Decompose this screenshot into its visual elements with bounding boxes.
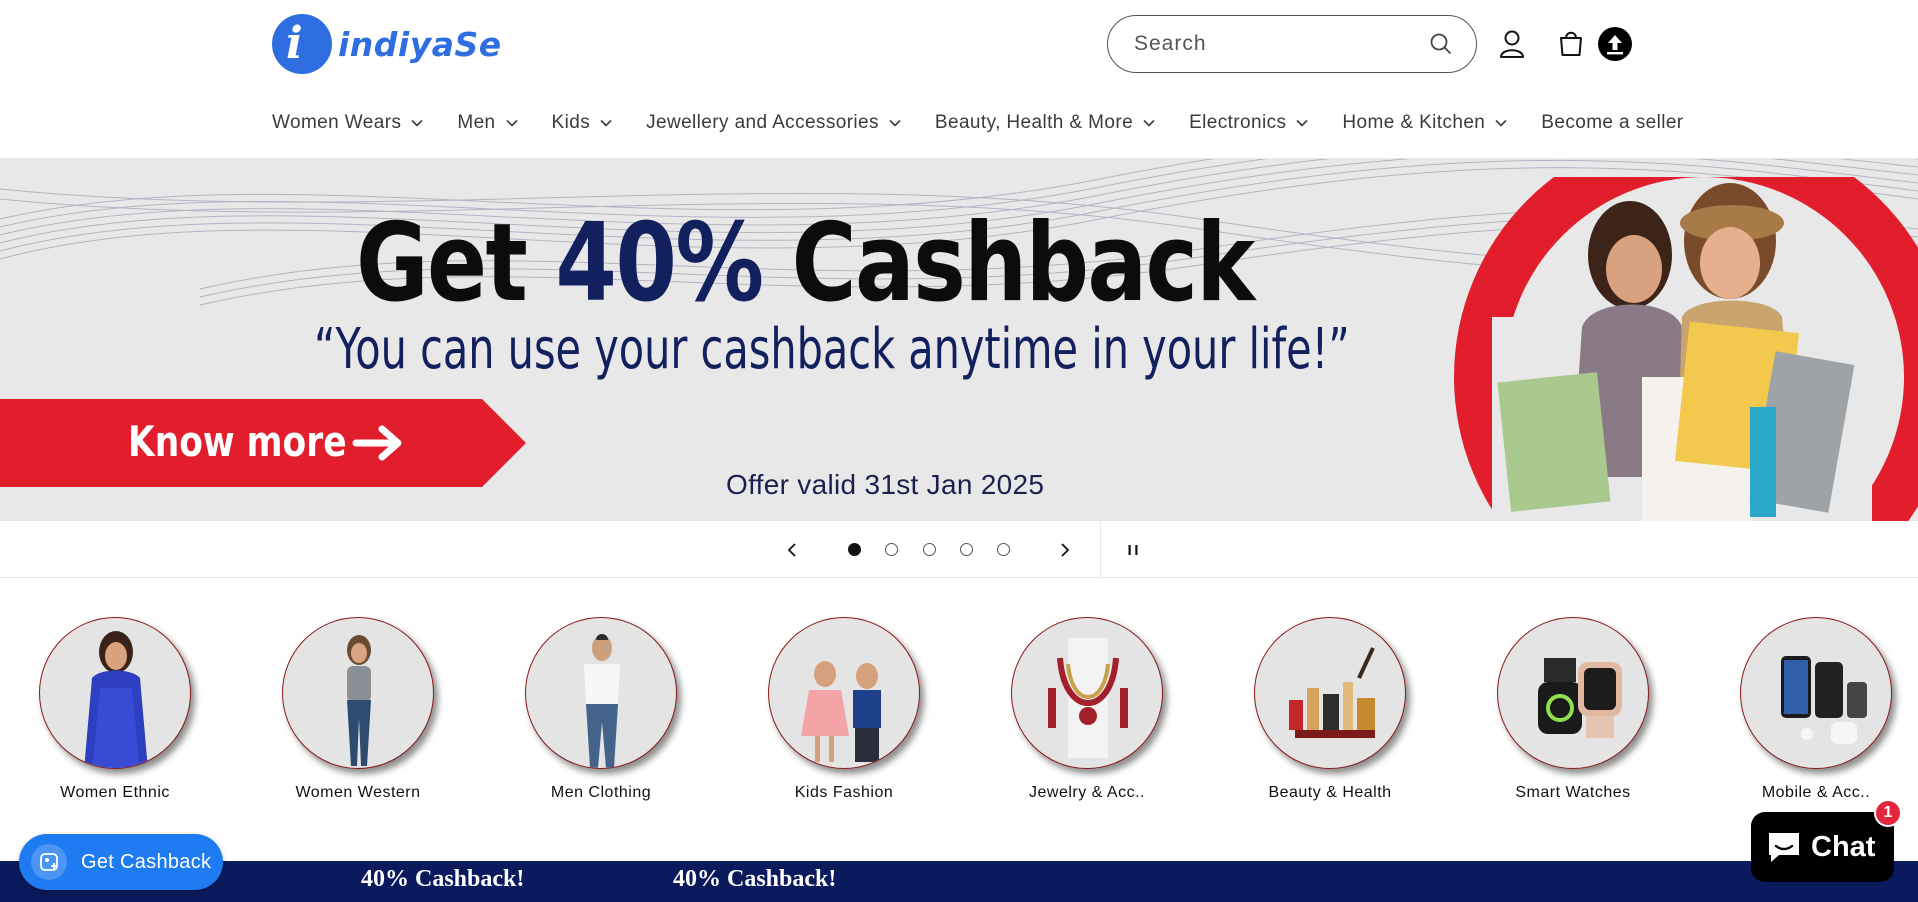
nav-kids[interactable]: Kids	[552, 112, 613, 134]
category-image	[1497, 617, 1649, 769]
category-image	[1011, 617, 1163, 769]
chevron-down-icon	[1296, 119, 1308, 127]
banner-subline: “You can use your cashback anytime in yo…	[314, 317, 1350, 382]
chevron-down-icon	[1495, 119, 1507, 127]
nav-electronics[interactable]: Electronics	[1189, 112, 1308, 134]
get-cashback-button[interactable]: Get Cashback	[19, 834, 223, 890]
slider-dot-1[interactable]	[848, 543, 861, 556]
category-image	[525, 617, 677, 769]
cashback-ticker: k! 40% Cashback! 40% Cashback!	[0, 861, 1918, 902]
category-beauty-health[interactable]: Beauty & Health	[1220, 617, 1440, 802]
chevron-down-icon	[889, 119, 901, 127]
chevron-down-icon	[505, 119, 518, 127]
slider-controls	[0, 521, 1918, 578]
chat-bubble-icon	[1769, 833, 1799, 862]
ticker-item: 40% Cashback!	[673, 866, 837, 892]
category-image	[1254, 617, 1406, 769]
upload-icon[interactable]	[1597, 26, 1633, 62]
category-image	[768, 617, 920, 769]
category-women-western[interactable]: Women Western	[248, 617, 468, 802]
slider-prev-button[interactable]	[781, 539, 803, 561]
nav-become-seller[interactable]: Become a seller	[1541, 112, 1683, 134]
search-box[interactable]	[1107, 15, 1477, 73]
category-women-ethnic[interactable]: Women Ethnic	[5, 617, 225, 802]
slider-dot-4[interactable]	[960, 543, 973, 556]
logo-text: indiyaSe	[338, 24, 502, 64]
banner-headline: Get 40% Cashback	[356, 201, 1255, 326]
nav-women-wears[interactable]: Women Wears	[272, 112, 423, 134]
hero-banner[interactable]: Get 40% Cashback “You can use your cashb…	[0, 159, 1918, 521]
arrow-right-icon	[352, 425, 402, 461]
ticker-item: 40% Cashback!	[361, 866, 525, 892]
site-header: i indiyaSe Women Wears Men Kids Jeweller…	[0, 0, 1918, 159]
chat-notification-badge: 1	[1874, 799, 1902, 827]
category-men-clothing[interactable]: Men Clothing	[491, 617, 711, 802]
chevron-down-icon	[1143, 119, 1155, 127]
chat-button[interactable]: Chat	[1751, 812, 1894, 882]
category-image	[1740, 617, 1892, 769]
slider-next-button[interactable]	[1054, 539, 1076, 561]
cart-icon[interactable]	[1553, 26, 1589, 62]
nav-beauty[interactable]: Beauty, Health & More	[935, 112, 1155, 134]
slider-dot-2[interactable]	[885, 543, 898, 556]
site-logo[interactable]: i indiyaSe	[272, 14, 502, 74]
cashback-icon	[31, 844, 67, 880]
category-image	[39, 617, 191, 769]
offer-validity: Offer valid 31st Jan 2025	[726, 469, 1045, 500]
pause-icon[interactable]	[1122, 539, 1144, 561]
chevron-down-icon	[411, 119, 423, 127]
search-input[interactable]	[1134, 32, 1424, 56]
category-kids-fashion[interactable]: Kids Fashion	[734, 617, 954, 802]
shopping-women-image	[1454, 177, 1918, 521]
category-jewelry-acc[interactable]: Jewelry & Acc..	[977, 617, 1197, 802]
search-icon[interactable]	[1428, 31, 1454, 57]
know-more-button[interactable]: Know more	[0, 399, 526, 487]
main-nav: Women Wears Men Kids Jewellery and Acces…	[272, 108, 1718, 138]
chevron-down-icon	[600, 119, 612, 127]
category-image	[282, 617, 434, 769]
logo-mark: i	[272, 14, 332, 74]
nav-men[interactable]: Men	[457, 112, 518, 134]
slider-dot-5[interactable]	[997, 543, 1010, 556]
slider-dot-3[interactable]	[923, 543, 936, 556]
account-icon[interactable]	[1494, 26, 1530, 62]
nav-jewellery[interactable]: Jewellery and Accessories	[646, 112, 901, 134]
category-smart-watches[interactable]: Smart Watches	[1463, 617, 1683, 802]
nav-home-kitchen[interactable]: Home & Kitchen	[1342, 112, 1507, 134]
category-mobile-acc[interactable]: Mobile & Acc..	[1706, 617, 1918, 802]
controls-divider	[1100, 521, 1101, 578]
